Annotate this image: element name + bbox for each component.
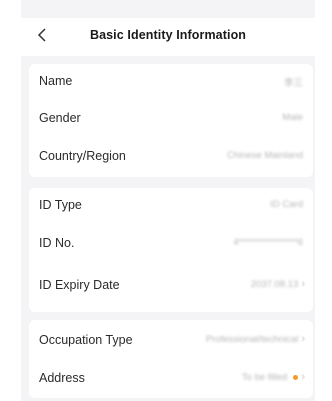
country-region-label: Country/Region [39,149,126,163]
chevron-right-icon: › [301,333,305,345]
address-value-wrap: To be filled › [242,371,305,383]
gender-label: Gender [39,111,81,125]
status-dot-icon [293,374,299,380]
id-type-value: ID Card [270,199,303,210]
name-row: Name 李三 [29,64,313,100]
gender-row: Gender Male [29,101,313,137]
other-info-card: Occupation Type Professional/technical ›… [29,320,313,398]
name-label: Name [39,74,73,88]
id-type-label: ID Type [39,198,82,212]
chevron-right-icon: › [301,371,305,383]
country-region-row: Country/Region Chinese Mainland [29,139,313,175]
occupation-type-value-wrap: Professional/technical › [206,333,305,345]
id-number-label: ID No. [39,236,75,250]
address-row[interactable]: Address To be filled › [29,361,313,397]
address-value: To be filled [241,371,288,383]
chevron-right-icon: › [301,278,305,290]
id-info-card: ID Type ID Card ID No. 4****************… [29,188,313,312]
occupation-type-row[interactable]: Occupation Type Professional/technical › [29,323,313,359]
id-expiry-label: ID Expiry Date [39,278,120,292]
address-label: Address [39,371,85,385]
country-region-value: Chinese Mainland [226,150,303,161]
occupation-type-value: Professional/technical [205,333,299,345]
screen: Basic Identity Information Name 李三 Gende… [21,0,315,401]
basic-info-card: Name 李三 Gender Male Country/Region Chine… [29,64,313,177]
page-title: Basic Identity Information [89,28,247,42]
nav-bar: Basic Identity Information [21,18,315,56]
id-expiry-row[interactable]: ID Expiry Date 2037.08.13 › [29,268,313,304]
id-expiry-value-wrap: 2037.08.13 › [251,278,305,290]
id-type-row: ID Type ID Card [29,188,313,224]
id-number-value: 4****************6 [233,237,303,248]
occupation-type-label: Occupation Type [39,333,133,347]
id-number-row: ID No. 4****************6 [29,226,313,262]
name-value: 李三 [283,78,303,89]
id-expiry-value: 2037.08.13 [250,278,299,290]
gender-value: Male [282,112,303,123]
